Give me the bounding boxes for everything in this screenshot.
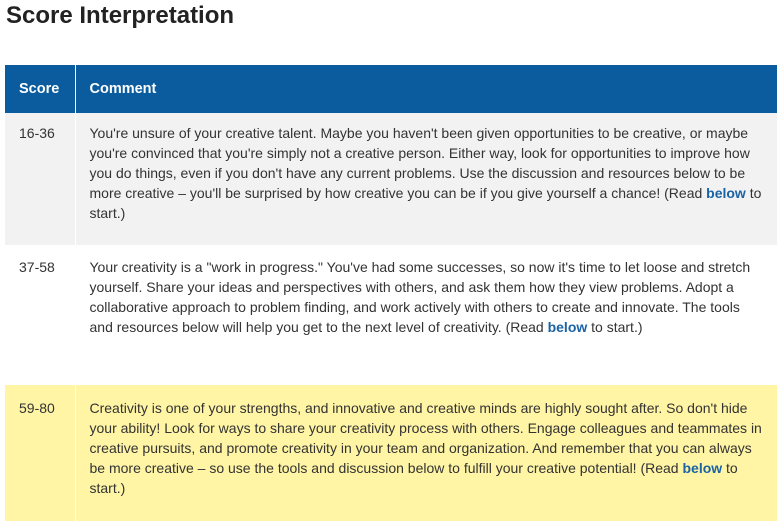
page-title: Score Interpretation (6, 2, 235, 29)
below-link[interactable]: below (548, 319, 588, 335)
table-header-row: Score Comment (5, 65, 777, 113)
score-range-text: 37-58 (19, 259, 55, 275)
below-link[interactable]: below (706, 185, 746, 201)
comment-cell: Creativity is one of your strengths, and… (75, 385, 777, 521)
score-range-text: 59-80 (19, 400, 55, 416)
comment-text: You're unsure of your creative talent. M… (89, 125, 750, 201)
comment-text: Your creativity is a "work in progress."… (89, 259, 751, 335)
score-range: 37-58 (5, 245, 76, 385)
score-range: 59-80 (5, 385, 76, 521)
header-score: Score (5, 65, 76, 113)
table-row: 16-36 You're unsure of your creative tal… (5, 113, 777, 245)
comment-cell: You're unsure of your creative talent. M… (75, 113, 777, 245)
comment-text: Creativity is one of your strengths, and… (89, 400, 762, 476)
comment-text-end: to start.) (587, 319, 643, 335)
score-interpretation-table: Score Comment 16-36 You're unsure of you… (5, 65, 777, 521)
table-row: 59-80 Creativity is one of your strength… (5, 385, 777, 521)
table-row: 37-58 Your creativity is a "work in prog… (5, 245, 777, 385)
below-link[interactable]: below (682, 460, 722, 476)
header-comment: Comment (75, 65, 777, 113)
comment-cell: Your creativity is a "work in progress."… (75, 245, 777, 385)
score-range: 16-36 (5, 113, 76, 245)
score-range-text: 16-36 (19, 125, 55, 141)
